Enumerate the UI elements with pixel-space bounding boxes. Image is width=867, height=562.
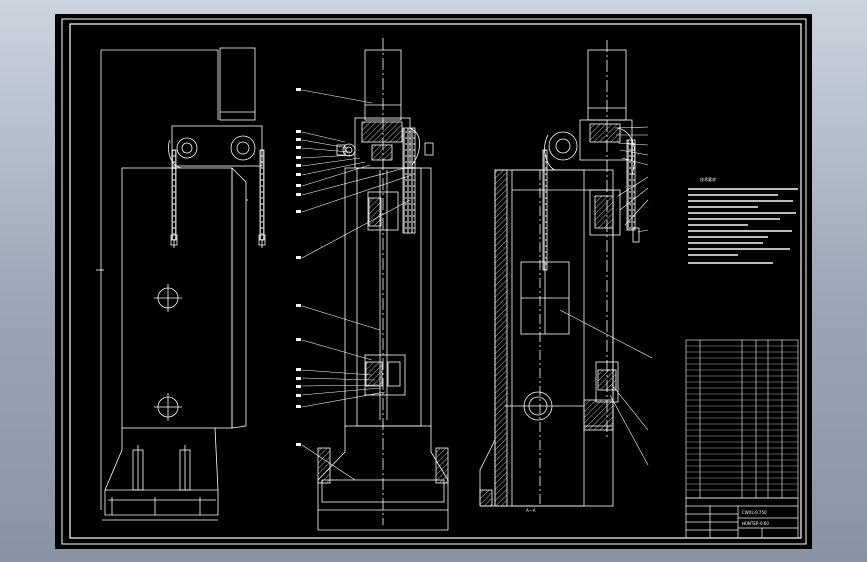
notes-title: 技术要求	[700, 176, 716, 182]
section-label: A—A	[526, 508, 536, 513]
balloon-numbers-center	[296, 88, 301, 446]
parts-list-table	[685, 339, 799, 499]
drawing-name: HUNTER-0.60	[742, 521, 769, 526]
drawing-number: CWXL-0.750	[742, 510, 767, 515]
cad-viewport[interactable]: A—A 技术要求 CWXL-0.750 HUNTER-0.60	[0, 0, 867, 562]
title-block	[685, 497, 799, 539]
outer-border	[61, 18, 807, 545]
section-a-a-view	[479, 40, 640, 507]
technical-notes: 技术要求	[688, 176, 798, 264]
side-view	[96, 47, 266, 521]
engineering-drawing: A—A 技术要求 CWXL-0.750 HUNTER-0.60	[61, 18, 807, 545]
front-section-view	[317, 38, 449, 531]
